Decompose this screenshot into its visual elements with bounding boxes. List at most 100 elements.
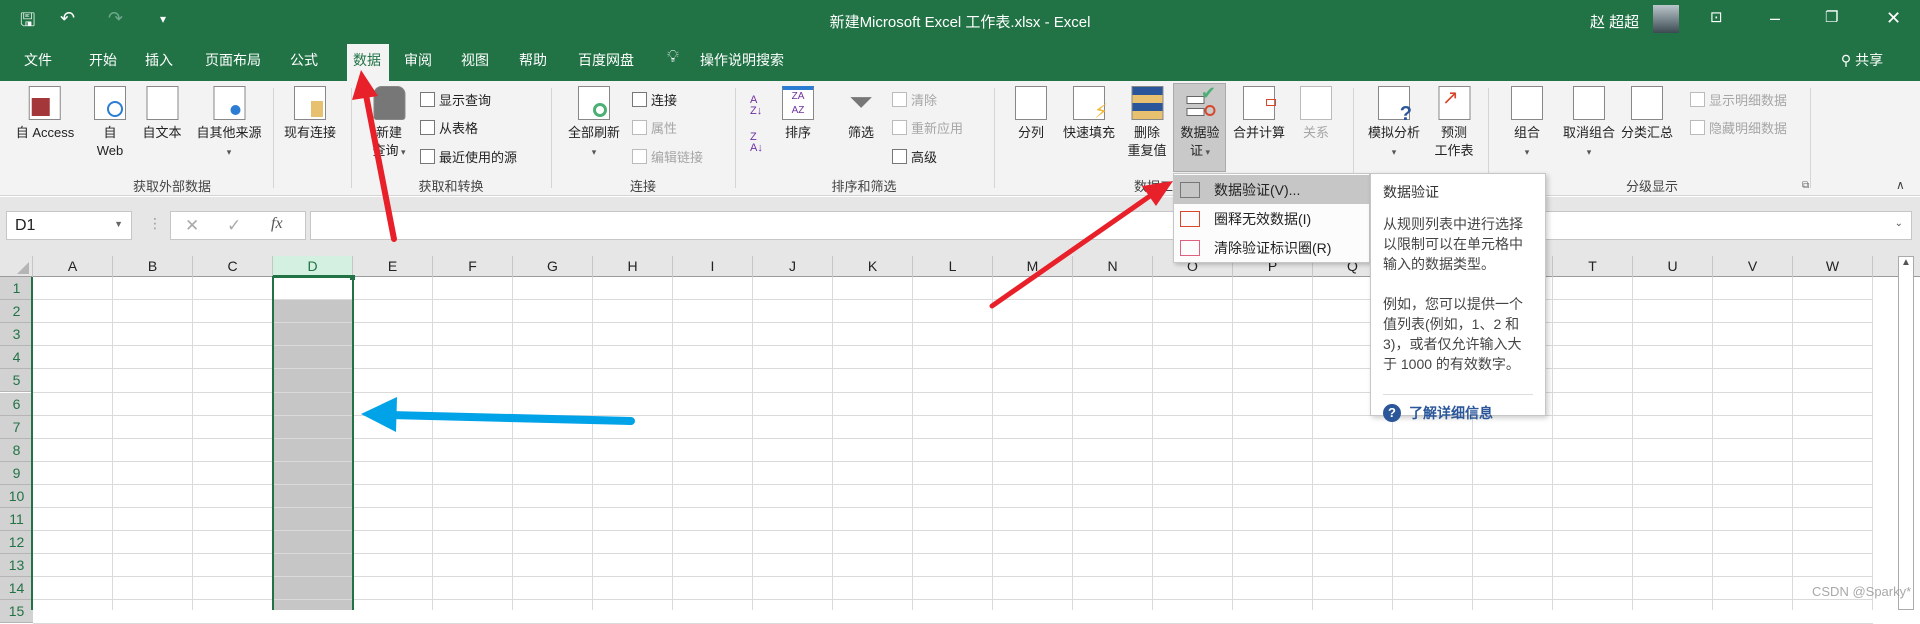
row-header-10[interactable]: 10 <box>0 484 33 508</box>
enter-check-icon[interactable]: ✓ <box>227 216 241 236</box>
cancel-icon[interactable]: ✕ <box>185 216 199 236</box>
scroll-up-icon[interactable]: ▲ <box>1901 257 1911 268</box>
advanced-filter-button[interactable]: 高级 <box>892 147 937 166</box>
sort-descending-button[interactable]: Z A↓ <box>750 132 763 154</box>
tab-help[interactable]: 帮助 <box>519 50 547 70</box>
tab-view[interactable]: 视图 <box>461 50 489 70</box>
from-web-button[interactable]: 自 Web <box>94 86 126 160</box>
data-validation-button[interactable]: ✔ 数据验证 ▾ <box>1180 84 1219 161</box>
tab-home[interactable]: 开始 <box>89 50 117 70</box>
group-button[interactable]: 组合 ▾ <box>1511 86 1543 161</box>
column-header-B[interactable]: B <box>113 256 193 277</box>
column-header-E[interactable]: E <box>353 256 433 277</box>
column-header-N[interactable]: N <box>1073 256 1153 277</box>
text-to-columns-button[interactable]: 分列 <box>1015 86 1047 142</box>
tab-page-layout[interactable]: 页面布局 <box>205 50 261 70</box>
row-header-9[interactable]: 9 <box>0 461 33 485</box>
tab-insert[interactable]: 插入 <box>145 50 173 70</box>
from-text-button[interactable]: 自文本 <box>142 86 182 142</box>
row-header-1[interactable]: 1 <box>0 277 33 300</box>
name-box[interactable]: D1 ▼ <box>6 211 132 240</box>
select-all-button[interactable] <box>0 256 33 277</box>
selected-range[interactable] <box>273 300 353 610</box>
learn-more-link[interactable]: ? 了解详细信息 <box>1383 394 1533 423</box>
hide-detail-button[interactable]: 隐藏明细数据 <box>1690 118 1787 137</box>
flash-fill-button[interactable]: ⚡︎ 快速填充 <box>1063 86 1115 142</box>
what-if-analysis-button[interactable]: ? 模拟分析 ▾ <box>1368 86 1420 161</box>
tab-baidu-netdisk[interactable]: 百度网盘 <box>578 50 634 70</box>
column-header-F[interactable]: F <box>433 256 513 277</box>
user-name[interactable]: 赵 超超 <box>1590 11 1639 32</box>
column-header-J[interactable]: J <box>753 256 833 277</box>
column-header-G[interactable]: G <box>513 256 593 277</box>
existing-connections-button[interactable]: 现有连接 <box>284 86 336 142</box>
collapse-ribbon-icon[interactable]: ∧ <box>1896 178 1905 192</box>
relationships-button[interactable]: 关系 <box>1300 86 1332 142</box>
row-header-7[interactable]: 7 <box>0 415 33 439</box>
tab-file[interactable]: 文件 <box>24 50 52 70</box>
row-header-5[interactable]: 5 <box>0 369 33 393</box>
sort-button[interactable]: ZA AZ 排序 <box>782 86 814 142</box>
edit-links-button[interactable]: 编辑链接 <box>632 147 703 166</box>
close-icon[interactable]: ✕ <box>1886 8 1901 29</box>
show-queries-button[interactable]: 显示查询 <box>420 90 491 109</box>
sort-ascending-button[interactable]: A Z↓ <box>750 95 762 117</box>
row-header-2[interactable]: 2 <box>0 300 33 324</box>
from-table-button[interactable]: 从表格 <box>420 118 478 137</box>
tab-review[interactable]: 审阅 <box>404 50 432 70</box>
row-header-15[interactable]: 15 <box>0 600 33 624</box>
tab-formulas[interactable]: 公式 <box>290 50 318 70</box>
new-query-button[interactable]: 新建 查询 ▾ <box>372 86 406 161</box>
filter-button[interactable]: ⏷ 筛选 <box>845 86 877 142</box>
column-header-V[interactable]: V <box>1713 256 1793 277</box>
reapply-button[interactable]: 重新应用 <box>892 118 963 137</box>
tell-me-search[interactable]: 操作说明搜索 <box>700 50 784 70</box>
column-header-I[interactable]: I <box>673 256 753 277</box>
column-header-M[interactable]: M <box>993 256 1073 277</box>
connections-button[interactable]: 连接 <box>632 90 677 109</box>
row-header-11[interactable]: 11 <box>0 508 33 531</box>
row-header-12[interactable]: 12 <box>0 531 33 555</box>
column-header-W[interactable]: W <box>1793 256 1873 277</box>
row-header-6[interactable]: 6 <box>0 392 33 416</box>
maximize-icon[interactable]: ❐ <box>1825 8 1838 26</box>
column-header-H[interactable]: H <box>593 256 673 277</box>
from-other-sources-button[interactable]: 自其他来源 ▾ <box>196 86 262 161</box>
forecast-sheet-button[interactable]: ↗ 预测 工作表 <box>1434 86 1474 160</box>
consolidate-button[interactable]: 合并计算 <box>1233 86 1285 142</box>
tab-data[interactable]: 数据 <box>353 50 381 70</box>
column-header-C[interactable]: C <box>193 256 273 277</box>
refresh-all-button[interactable]: 全部刷新 ▾ <box>568 86 620 161</box>
show-detail-button[interactable]: 显示明细数据 <box>1690 90 1787 109</box>
row-header-14[interactable]: 14 <box>0 577 33 601</box>
ungroup-button[interactable]: 取消组合 ▾ <box>1563 86 1615 161</box>
menu-item-clear-circles[interactable]: 清除验证标识圈(R) <box>1174 233 1369 262</box>
row-header-13[interactable]: 13 <box>0 554 33 578</box>
column-header-D[interactable]: D <box>273 256 353 277</box>
menu-item-circle-invalid[interactable]: 圈释无效数据(I) <box>1174 204 1369 233</box>
clear-filter-button[interactable]: 清除 <box>892 90 937 109</box>
column-header-U[interactable]: U <box>1633 256 1713 277</box>
recent-sources-button[interactable]: 最近使用的源 <box>420 147 517 166</box>
insert-function-icon[interactable]: fx <box>271 215 283 233</box>
from-access-button[interactable]: 自 Access <box>16 86 74 142</box>
vertical-scrollbar[interactable]: ▲ <box>1898 256 1914 610</box>
ribbon-display-options-icon[interactable]: ⊡ <box>1710 8 1723 26</box>
column-header-T[interactable]: T <box>1553 256 1633 277</box>
avatar[interactable] <box>1653 5 1679 33</box>
row-header-8[interactable]: 8 <box>0 438 33 462</box>
formula-input[interactable]: ⌄ <box>310 211 1912 240</box>
row-header-3[interactable]: 3 <box>0 323 33 347</box>
row-header-4[interactable]: 4 <box>0 346 33 370</box>
share-button[interactable]: ⚲ 共享 <box>1841 50 1883 70</box>
properties-button[interactable]: 属性 <box>632 118 677 137</box>
column-header-L[interactable]: L <box>913 256 993 277</box>
dialog-launcher-icon[interactable]: ⧉ <box>1802 180 1809 191</box>
menu-item-data-validation[interactable]: 数据验证(V)... <box>1174 175 1369 204</box>
column-header-K[interactable]: K <box>833 256 913 277</box>
column-header-A[interactable]: A <box>33 256 113 277</box>
expand-formula-icon[interactable]: ⌄ <box>1895 218 1903 229</box>
subtotal-button[interactable]: 分类汇总 <box>1621 86 1673 142</box>
minimize-icon[interactable]: – <box>1770 8 1780 29</box>
remove-duplicates-button[interactable]: 删除 重复值 <box>1127 86 1167 160</box>
